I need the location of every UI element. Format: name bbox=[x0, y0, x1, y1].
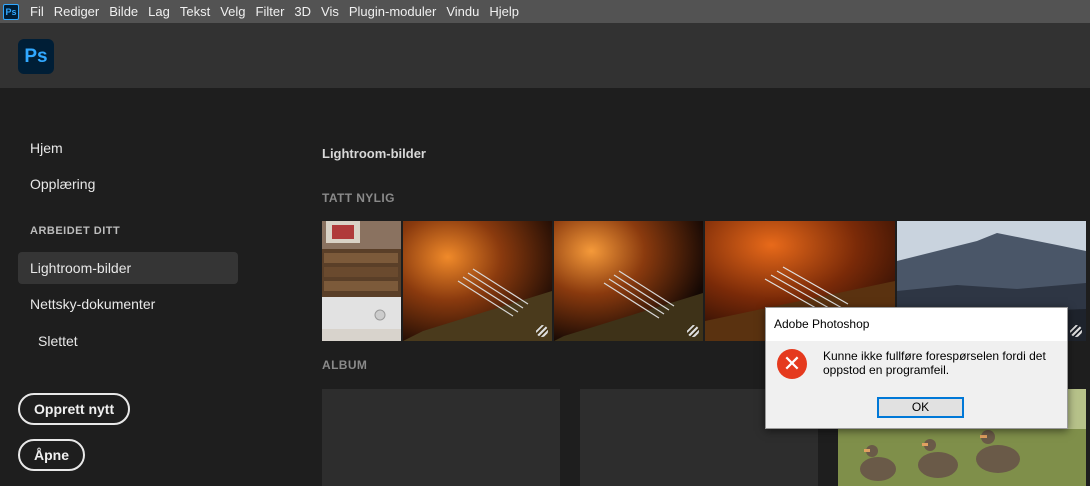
photoshop-app-icon[interactable]: Ps bbox=[3, 3, 19, 20]
menu-type[interactable]: Tekst bbox=[175, 0, 215, 23]
menu-bar: Ps Fil Rediger Bilde Lag Tekst Velg Filt… bbox=[0, 0, 1090, 23]
cloud-sync-icon bbox=[687, 325, 699, 337]
album-tile[interactable] bbox=[322, 389, 560, 486]
sidebar-item-deleted[interactable]: Slettet bbox=[18, 325, 238, 357]
dialog-message: Kunne ikke fullføre forespørselen fordi … bbox=[823, 349, 1046, 377]
sidebar-item-cloud-documents[interactable]: Nettsky-dokumenter bbox=[18, 288, 238, 320]
menu-image[interactable]: Bilde bbox=[104, 0, 143, 23]
sidebar-item-learn[interactable]: Opplæring bbox=[18, 168, 238, 200]
open-button[interactable]: Åpne bbox=[18, 439, 85, 471]
menu-edit[interactable]: Rediger bbox=[49, 0, 105, 23]
dialog-title: Adobe Photoshop bbox=[766, 308, 1067, 341]
menu-view[interactable]: Vis bbox=[316, 0, 344, 23]
cloud-sync-icon bbox=[536, 325, 548, 337]
thumbnail-image bbox=[554, 221, 703, 341]
photoshop-logo[interactable]: Ps bbox=[18, 39, 54, 74]
error-dialog: Adobe Photoshop ✕ Kunne ikke fullføre fo… bbox=[765, 307, 1068, 429]
sidebar: Hjem Opplæring ARBEIDET DITT Lightroom-b… bbox=[0, 88, 250, 486]
menu-window[interactable]: Vindu bbox=[441, 0, 484, 23]
photo-thumbnail[interactable] bbox=[554, 221, 703, 341]
app-header: Ps bbox=[0, 23, 1090, 88]
menu-plugins[interactable]: Plugin-moduler bbox=[344, 0, 441, 23]
sidebar-item-lightroom[interactable]: Lightroom-bilder bbox=[18, 252, 238, 284]
section-title: Lightroom-bilder bbox=[322, 146, 426, 161]
your-work-heading: ARBEIDET DITT bbox=[30, 225, 121, 237]
menu-filter[interactable]: Filter bbox=[251, 0, 290, 23]
menu-select[interactable]: Velg bbox=[215, 0, 250, 23]
ok-button[interactable]: OK bbox=[877, 397, 964, 418]
menu-file[interactable]: Fil bbox=[25, 0, 49, 23]
photo-thumbnail[interactable] bbox=[403, 221, 552, 341]
recent-heading: TATT NYLIG bbox=[322, 191, 395, 205]
menu-help[interactable]: Hjelp bbox=[484, 0, 524, 23]
thumbnail-image bbox=[322, 221, 401, 341]
sidebar-item-home[interactable]: Hjem bbox=[18, 132, 238, 164]
thumbnail-image bbox=[403, 221, 552, 341]
menu-layer[interactable]: Lag bbox=[143, 0, 175, 23]
photo-thumbnail[interactable] bbox=[322, 221, 401, 341]
error-x-icon: ✕ bbox=[777, 349, 807, 379]
create-new-button[interactable]: Opprett nytt bbox=[18, 393, 131, 425]
cloud-sync-icon bbox=[1070, 325, 1082, 337]
album-heading: ALBUM bbox=[322, 358, 368, 372]
menu-3d[interactable]: 3D bbox=[289, 0, 316, 23]
